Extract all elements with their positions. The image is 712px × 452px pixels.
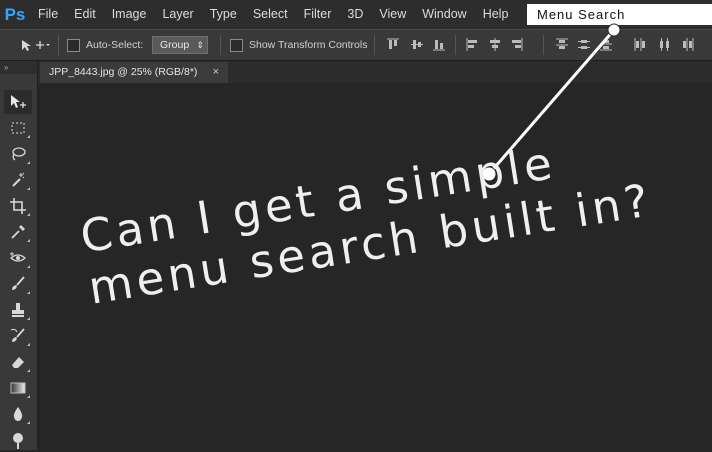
pointer-start-dot <box>607 23 621 37</box>
